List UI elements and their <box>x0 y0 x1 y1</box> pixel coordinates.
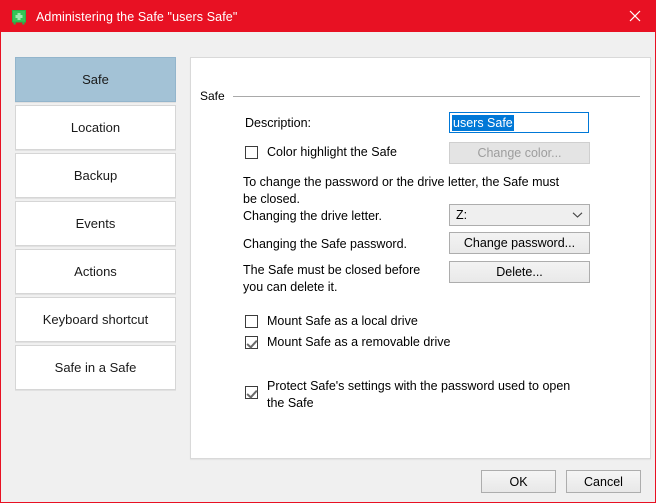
sidebar-item-keyboard-shortcut[interactable]: Keyboard shortcut <box>15 297 176 342</box>
sidebar-item-actions[interactable]: Actions <box>15 249 176 294</box>
change-color-button[interactable]: Change color... <box>449 142 590 164</box>
sidebar-item-label: Backup <box>74 168 117 183</box>
sidebar-item-label: Keyboard shortcut <box>43 312 149 327</box>
chevron-down-icon <box>572 211 583 219</box>
description-label: Description: <box>245 115 311 131</box>
description-input-value: users Safe <box>452 115 514 131</box>
sidebar-item-label: Safe in a Safe <box>55 360 137 375</box>
change-password-button[interactable]: Change password... <box>449 232 590 254</box>
close-icon[interactable] <box>612 1 656 31</box>
mount-local-checkbox[interactable]: Mount Safe as a local drive <box>245 314 418 329</box>
protect-settings-label: Protect Safe's settings with the passwor… <box>267 378 580 412</box>
mount-removable-checkbox[interactable]: Mount Safe as a removable drive <box>245 335 450 350</box>
mount-local-label: Mount Safe as a local drive <box>267 314 418 329</box>
sidebar-item-safe[interactable]: Safe <box>15 57 176 102</box>
mount-removable-label: Mount Safe as a removable drive <box>267 335 450 350</box>
checkbox-box <box>245 146 258 159</box>
checkbox-box <box>245 315 258 328</box>
title-bar: Administering the Safe "users Safe" <box>1 1 656 32</box>
group-divider <box>233 96 640 97</box>
sidebar-item-label: Location <box>71 120 120 135</box>
sidebar-item-label: Safe <box>82 72 109 87</box>
content-panel: Safe Description: users Safe Color highl… <box>190 57 651 459</box>
drive-letter-select[interactable]: Z: <box>449 204 590 226</box>
safe-icon <box>11 9 27 25</box>
sidebar-item-label: Events <box>76 216 116 231</box>
sidebar-item-events[interactable]: Events <box>15 201 176 246</box>
sidebar-item-label: Actions <box>74 264 117 279</box>
sidebar: Safe Location Backup Events Actions Keyb… <box>15 57 176 393</box>
safe-password-label: Changing the Safe password. <box>243 236 407 252</box>
password-info-text: To change the password or the drive lett… <box>243 174 573 208</box>
delete-info-text: The Safe must be closed before you can d… <box>243 262 439 296</box>
checkbox-box <box>245 336 258 349</box>
group-label: Safe <box>200 89 233 103</box>
drive-letter-value: Z: <box>456 208 467 222</box>
sidebar-item-safe-in-a-safe[interactable]: Safe in a Safe <box>15 345 176 390</box>
checkbox-box <box>245 386 258 399</box>
dialog-window: Administering the Safe "users Safe" Safe… <box>0 0 656 503</box>
sidebar-item-backup[interactable]: Backup <box>15 153 176 198</box>
cancel-button[interactable]: Cancel <box>566 470 641 493</box>
delete-button[interactable]: Delete... <box>449 261 590 283</box>
color-highlight-checkbox[interactable]: Color highlight the Safe <box>245 145 397 160</box>
dialog-body: Safe Location Backup Events Actions Keyb… <box>2 32 656 502</box>
sidebar-item-location[interactable]: Location <box>15 105 176 150</box>
drive-letter-label: Changing the drive letter. <box>243 208 382 224</box>
description-input[interactable]: users Safe <box>449 112 589 133</box>
group-header: Safe <box>200 89 640 103</box>
protect-settings-checkbox[interactable]: Protect Safe's settings with the passwor… <box>245 378 580 412</box>
color-highlight-label: Color highlight the Safe <box>267 145 397 160</box>
window-title: Administering the Safe "users Safe" <box>36 10 237 24</box>
ok-button[interactable]: OK <box>481 470 556 493</box>
